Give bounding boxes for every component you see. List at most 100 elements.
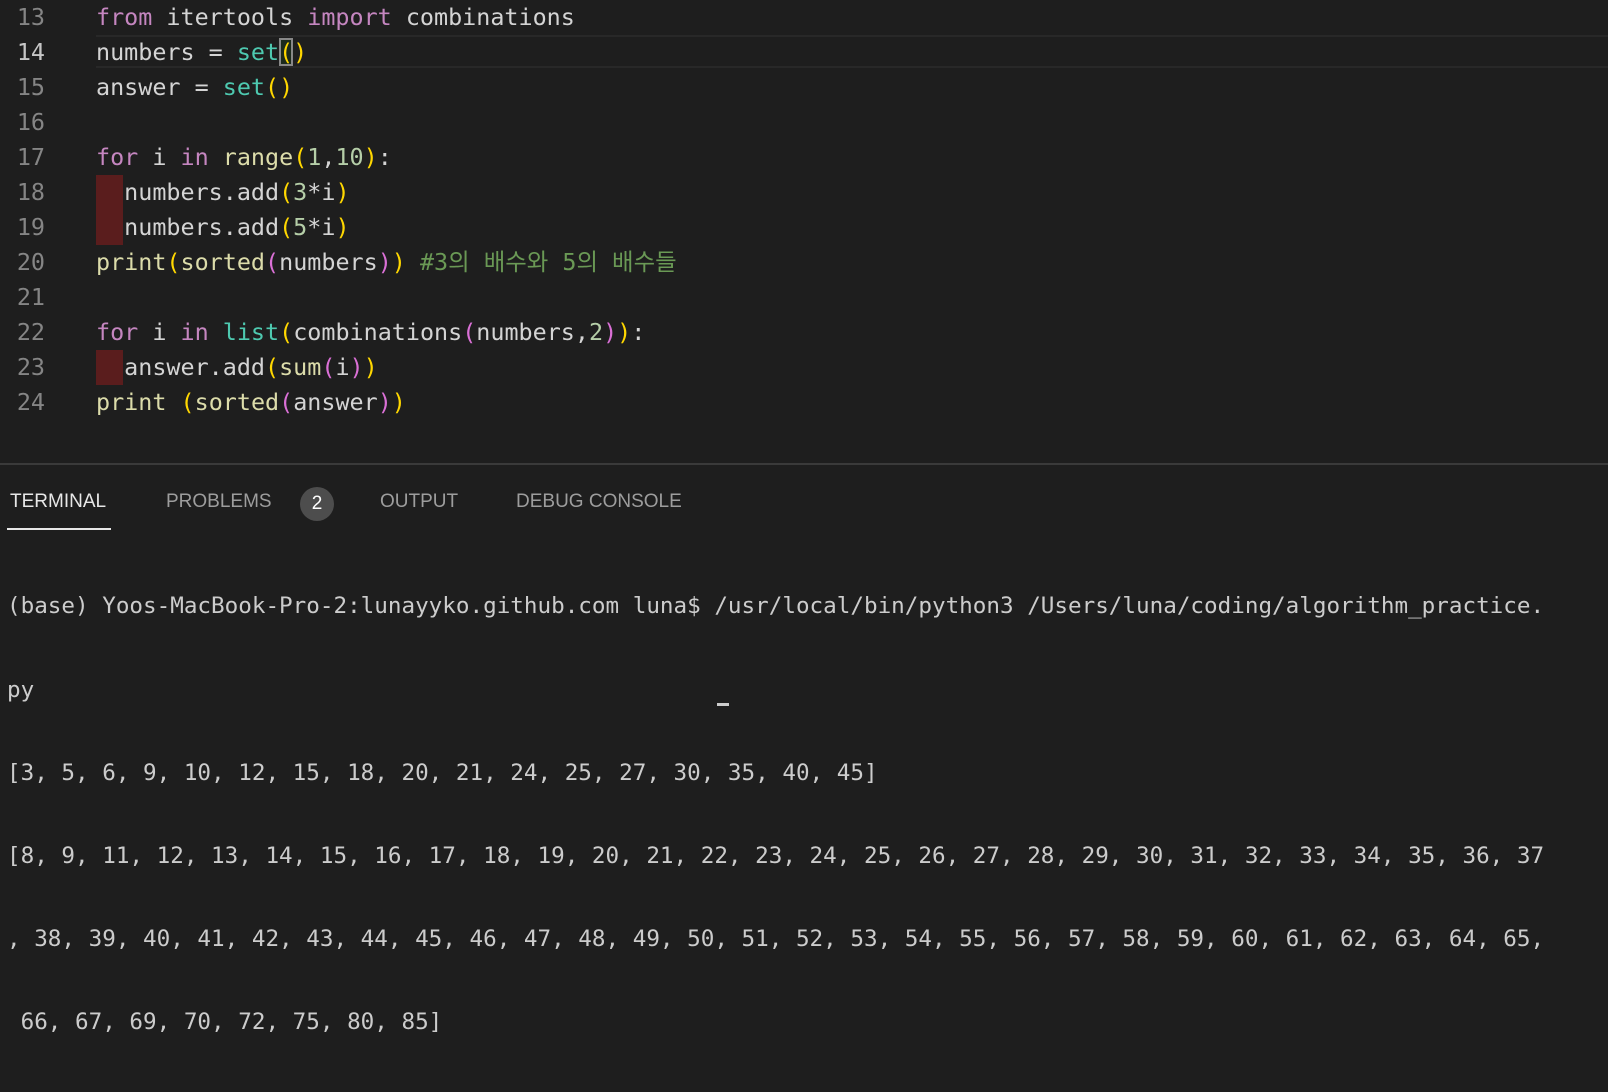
code-token: 3 <box>293 178 308 206</box>
tab-output[interactable]: OUTPUT <box>380 487 458 517</box>
code-token: ) <box>363 143 378 171</box>
terminal-output[interactable]: (base) Yoos-MacBook-Pro-2:lunayyko.githu… <box>7 538 1544 1092</box>
code-token: ) <box>603 318 618 346</box>
code-token: ( <box>265 353 280 381</box>
problems-count-badge: 2 <box>300 487 334 521</box>
terminal-line: [3, 5, 6, 9, 10, 12, 15, 18, 20, 21, 24,… <box>7 759 878 786</box>
code-token: sorted <box>180 248 266 276</box>
line-number: 19 <box>16 213 45 241</box>
code-token: ( <box>166 248 181 276</box>
code-token: ) <box>349 353 364 381</box>
code-token: set <box>236 38 280 66</box>
code-line[interactable]: 17 for i in range(1,10): <box>0 140 1608 175</box>
terminal-line: py <box>7 676 35 703</box>
code-token: sorted <box>194 388 280 416</box>
code-token: 10 <box>335 143 364 171</box>
code-token: combinations <box>293 318 463 346</box>
code-token: print <box>96 388 167 416</box>
code-line[interactable]: 22 for i in list(combinations(numbers,2))… <box>0 315 1608 350</box>
code-token: i <box>335 353 350 381</box>
code-token: import <box>307 3 392 31</box>
code-token: ( <box>180 388 195 416</box>
bottom-panel: TERMINAL PROBLEMS 2 OUTPUT DEBUG CONSOLE… <box>0 463 1608 1035</box>
code-token: ) <box>617 318 632 346</box>
code-text: for i in range(1,10): <box>96 140 392 175</box>
code-token: answer = <box>96 73 223 101</box>
code-line[interactable]: 16 <box>0 105 1608 140</box>
code-token: ( <box>279 178 294 206</box>
code-token: list <box>222 318 280 346</box>
line-number: 14 <box>16 38 45 66</box>
line-number: 23 <box>16 353 45 381</box>
code-line[interactable]: 21 <box>0 280 1608 315</box>
line-number: 16 <box>16 108 45 136</box>
tab-terminal[interactable]: TERMINAL <box>6 487 112 530</box>
code-token: ( <box>462 318 477 346</box>
terminal-line: 66, 67, 69, 70, 72, 75, 80, 85] <box>7 1008 443 1035</box>
code-token: ( <box>293 143 308 171</box>
code-token: numbers = <box>96 38 237 66</box>
code-text: print (sorted(answer)) <box>96 385 406 420</box>
line-number: 20 <box>16 248 45 276</box>
code-token: ) <box>293 38 308 66</box>
code-token: in <box>180 143 209 171</box>
code-token: ) <box>335 213 350 241</box>
line-number: 24 <box>16 388 45 416</box>
code-token: in <box>180 318 209 346</box>
code-token: ( <box>265 248 280 276</box>
code-token: numbers.add <box>96 178 280 206</box>
code-token: set <box>222 73 265 101</box>
code-token: sum <box>279 353 322 381</box>
code-line[interactable]: 19 numbers.add(5*i) <box>0 210 1608 245</box>
code-token: ( <box>279 388 294 416</box>
code-token: answer.add <box>96 353 265 381</box>
code-line[interactable]: 13 from itertools import combinations <box>0 0 1608 35</box>
code-line[interactable]: 24 print (sorted(answer)) <box>0 385 1608 420</box>
code-token: numbers, <box>476 318 589 346</box>
code-token: ) <box>377 248 392 276</box>
code-text: print(sorted(numbers)) #3의 배수와 5의 배수들 <box>96 245 677 280</box>
code-line[interactable]: 14 numbers = set() <box>0 35 1608 70</box>
code-token: ) <box>363 353 378 381</box>
code-token: i <box>138 318 181 346</box>
line-number: 22 <box>16 318 45 346</box>
code-line[interactable]: 23 answer.add(sum(i)) <box>0 350 1608 385</box>
code-line[interactable]: 15 answer = set() <box>0 70 1608 105</box>
code-token: ) <box>391 248 406 276</box>
code-token: : <box>377 143 392 171</box>
code-token: 2 <box>588 318 604 346</box>
code-token: ( <box>265 73 280 101</box>
line-number: 17 <box>16 143 45 171</box>
tab-label: OUTPUT <box>380 491 459 512</box>
code-token: ( <box>279 213 294 241</box>
code-text: from itertools import combinations <box>96 0 575 35</box>
code-token: combinations <box>391 3 575 31</box>
terminal-cursor <box>717 703 729 706</box>
tab-label: DEBUG CONSOLE <box>516 491 682 512</box>
code-text: numbers.add(5*i) <box>96 210 350 245</box>
line-number: 21 <box>16 283 45 311</box>
line-number: 15 <box>16 73 45 101</box>
code-token: *i <box>307 178 336 206</box>
code-token: #3의 배수와 5의 배수들 <box>419 248 677 276</box>
tab-debug-console[interactable]: DEBUG CONSOLE <box>516 487 682 517</box>
code-token: ( <box>321 353 336 381</box>
terminal-line: (base) Yoos-MacBook-Pro-2:lunayyko.githu… <box>7 593 1545 620</box>
code-line[interactable]: 20 print(sorted(numbers)) #3의 배수와 5의 배수들 <box>0 245 1608 280</box>
code-token: ( <box>279 318 294 346</box>
code-token: itertools <box>152 3 308 31</box>
code-editor[interactable]: 13 from itertools import combinations 14 nu… <box>0 0 1608 450</box>
code-token: ( <box>279 38 294 66</box>
code-token: answer <box>293 388 378 416</box>
terminal-line: , 38, 39, 40, 41, 42, 43, 44, 45, 46, 47… <box>7 925 1545 952</box>
code-token: for <box>96 318 139 346</box>
code-token: numbers.add <box>96 213 280 241</box>
code-token: ) <box>391 388 406 416</box>
tab-label: PROBLEMS <box>166 491 272 512</box>
code-line[interactable]: 18 numbers.add(3*i) <box>0 175 1608 210</box>
code-text: answer.add(sum(i)) <box>96 350 378 385</box>
